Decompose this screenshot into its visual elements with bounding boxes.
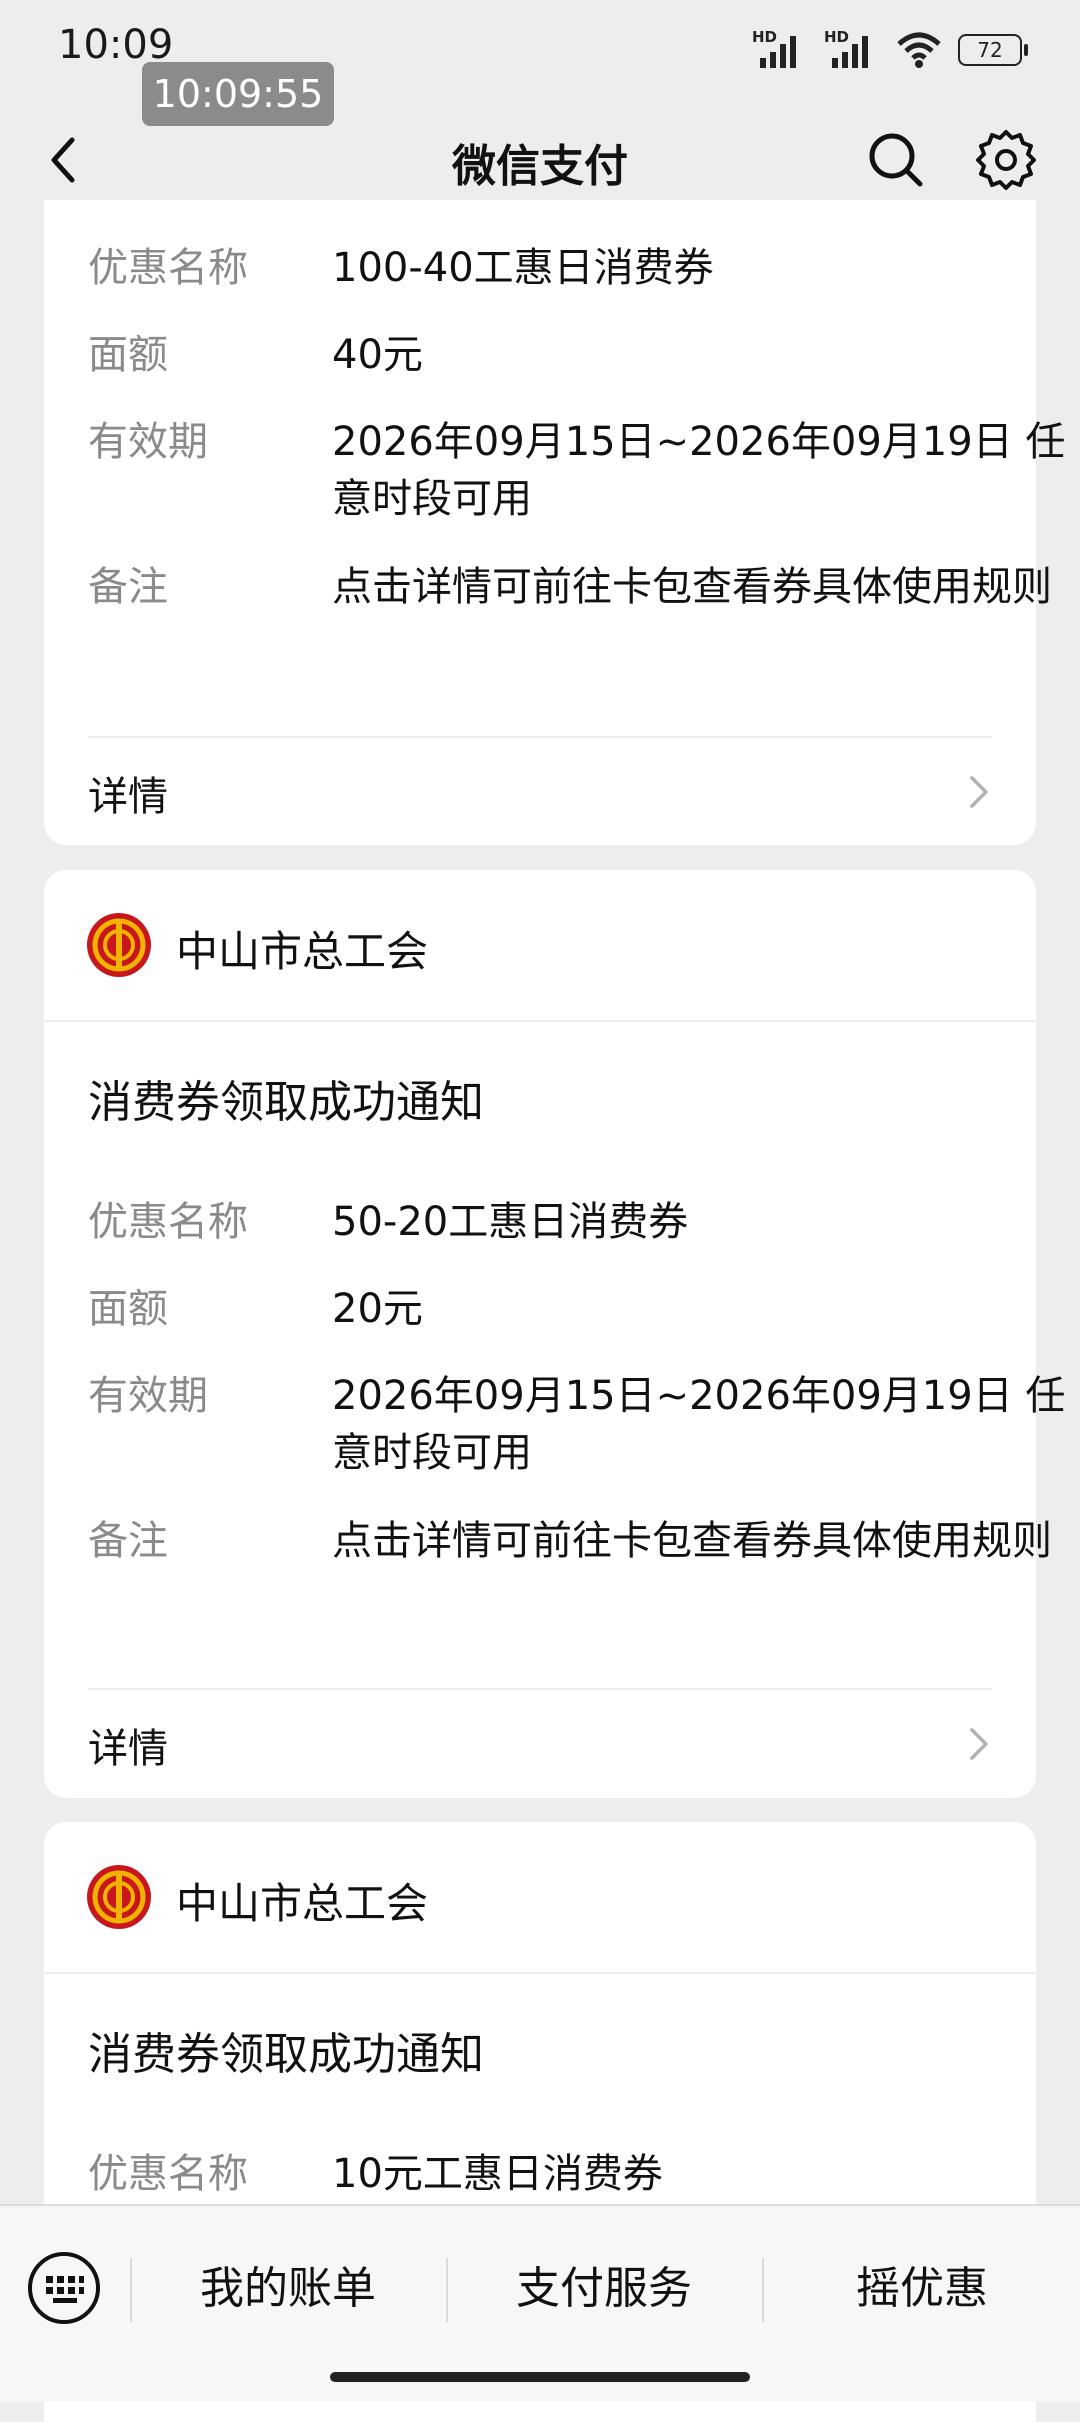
search-button[interactable]	[862, 126, 930, 194]
coupon-card: 优惠名称 100-40工惠日消费券 面额 40元 有效期 2026年09月15日…	[44, 200, 1065, 846]
signal-2-icon: HD	[824, 28, 880, 72]
field-value: 50-20工惠日消费券	[332, 1199, 689, 1245]
menu-my-bills[interactable]: 我的账单	[132, 2234, 444, 2344]
notice-title: 消费券领取成功通知	[88, 2029, 484, 2080]
detail-link[interactable]: 详情	[44, 1690, 1036, 1798]
coupon-card: 中山市总工会 消费券领取成功通知 优惠名称 50-20工惠日消费券 面额 20元…	[44, 870, 1065, 1798]
field-value: 2026年09月15日~2026年09月19日 任意时段可用	[332, 1373, 1066, 1476]
keyboard-toggle-button[interactable]	[26, 2250, 102, 2326]
search-icon	[869, 133, 923, 187]
battery-icon: 72	[958, 34, 1028, 66]
field-label: 有效期	[88, 1373, 208, 1419]
settings-button[interactable]	[972, 126, 1040, 194]
field-label: 面额	[88, 1286, 168, 1332]
field-label: 优惠名称	[88, 2151, 248, 2197]
field-label: 优惠名称	[88, 1199, 248, 1245]
hd-label: HD	[752, 28, 778, 46]
status-icons: HD HD 72	[752, 28, 1028, 72]
menu-payment-services[interactable]: 支付服务	[448, 2234, 760, 2344]
signal-1-icon: HD	[752, 28, 808, 72]
detail-link[interactable]: 详情	[44, 738, 1036, 846]
field-label: 面额	[88, 332, 168, 378]
sender-header[interactable]: 中山市总工会	[44, 1822, 1036, 1974]
union-logo-icon	[87, 913, 151, 977]
home-indicator[interactable]	[330, 2372, 750, 2382]
field-label: 备注	[88, 1518, 168, 1564]
field-label: 备注	[88, 564, 168, 610]
field-value: 20元	[332, 1286, 423, 1332]
chevron-right-icon	[970, 1728, 988, 1760]
detail-label: 详情	[88, 1726, 168, 1772]
field-value: 100-40工惠日消费券	[332, 245, 714, 291]
notice-title: 消费券领取成功通知	[88, 1077, 484, 1128]
keyboard-icon	[28, 2252, 100, 2324]
wifi-icon	[897, 32, 941, 68]
sender-name: 中山市总工会	[176, 927, 429, 976]
union-logo-icon	[87, 1865, 151, 1929]
field-value: 点击详情可前往卡包查看券具体使用规则	[332, 1518, 1052, 1564]
hd-label: HD	[824, 28, 850, 46]
sender-header[interactable]: 中山市总工会	[44, 870, 1036, 1022]
field-label: 优惠名称	[88, 245, 248, 291]
field-value: 40元	[332, 332, 423, 378]
field-value: 2026年09月15日~2026年09月19日 任意时段可用	[332, 419, 1066, 522]
bottom-menu-bar: 我的账单 支付服务 摇优惠	[0, 2204, 1080, 2402]
detail-label: 详情	[88, 774, 168, 820]
field-value: 点击详情可前往卡包查看券具体使用规则	[332, 564, 1052, 610]
field-value: 10元工惠日消费券	[332, 2151, 663, 2197]
chevron-right-icon	[970, 776, 988, 808]
menu-shake-discount[interactable]: 摇优惠	[764, 2234, 1080, 2344]
gear-icon	[976, 130, 1036, 190]
sender-name: 中山市总工会	[176, 1879, 429, 1928]
field-label: 有效期	[88, 419, 208, 465]
